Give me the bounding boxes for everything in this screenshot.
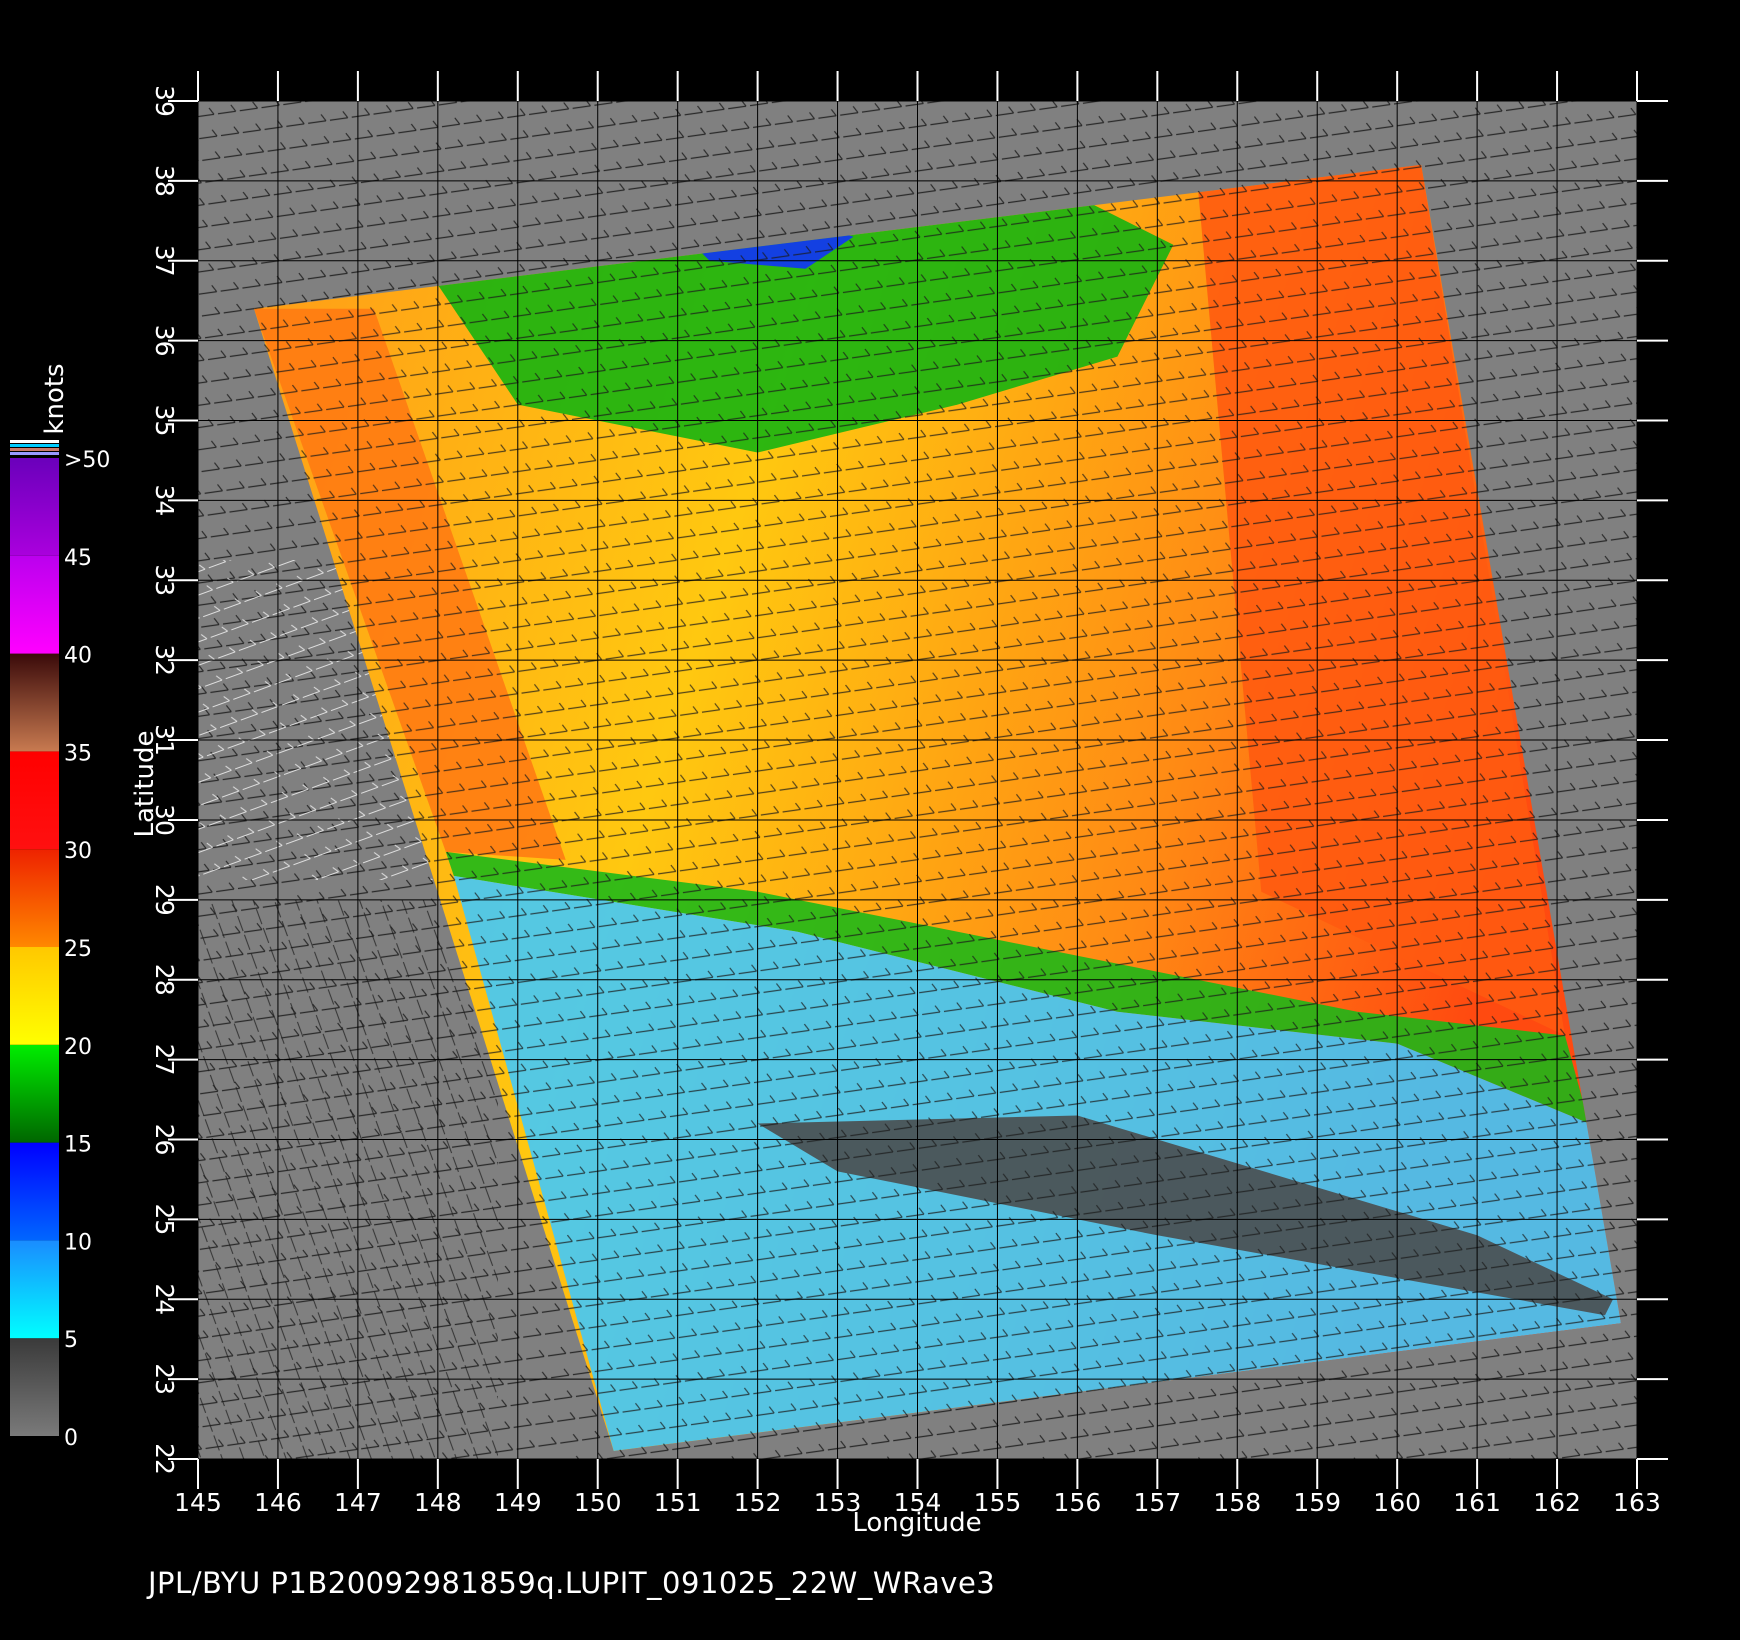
colorbar-label: 20 [64,1035,92,1060]
x-tick-label: 151 [654,1488,702,1517]
x-tick-label: 148 [414,1488,462,1517]
y-tick-label: 36 [150,325,179,357]
x-tick-label: 149 [494,1488,542,1517]
y-tick-label: 34 [150,485,179,517]
colorbar-label: 0 [64,1426,78,1451]
colorbar-title: knots [40,363,70,434]
colorbar-label: >50 [64,448,110,473]
x-tick-label: 163 [1613,1488,1661,1517]
y-tick-label: 35 [150,405,179,437]
colorbar-segment [10,1240,59,1339]
background-wind-barbs-south [198,900,498,1459]
colorbar-label: 30 [64,839,92,864]
colorbar-segment [10,1338,59,1436]
colorbar-label: 35 [64,741,92,766]
y-tick-label: 39 [150,85,179,117]
x-tick-label: 145 [174,1488,222,1517]
x-tick-label: 157 [1133,1488,1181,1517]
x-tick-label: 160 [1373,1488,1421,1517]
x-tick-label: 162 [1533,1488,1581,1517]
y-tick-label: 26 [150,1124,179,1156]
y-axis-label: Latitude [130,730,160,837]
colorbar-segment [10,458,59,556]
colorbar-label: 40 [64,644,92,669]
x-tick-label: 146 [254,1488,302,1517]
x-tick-label: 152 [734,1488,782,1517]
colorbar-segment [10,653,59,752]
plot-area [198,101,1637,1459]
x-tick-label: 161 [1453,1488,1501,1517]
y-tick-label: 25 [150,1203,179,1235]
y-tick-label: 29 [150,884,179,916]
y-tick-label: 23 [150,1363,179,1395]
wind-speed-map: 145 146 147 148 149 150 151 152 153 154 155 156 157 1… [10,71,1668,1538]
y-tick-label: 37 [150,245,179,277]
colorbar-overflow-stripe [10,440,59,443]
y-tick-label: 32 [150,644,179,676]
y-tick-label: 33 [150,564,179,596]
colorbar-label: 15 [64,1133,92,1158]
colorbar-segment [10,751,59,850]
colorbar-segment [10,1044,59,1143]
x-tick-label: 156 [1054,1488,1102,1517]
colorbar-overflow-stripe [10,452,59,455]
colorbar-label: 45 [64,546,92,571]
x-tick-label: 147 [334,1488,382,1517]
colorbar-overflow-stripe [10,444,59,447]
colorbar-segment [10,1142,59,1241]
x-tick-label: 150 [574,1488,622,1517]
colorbar-segment [10,849,59,947]
y-tick-label: 24 [150,1283,179,1315]
colorbar-label: 5 [64,1328,78,1353]
x-tick-label: 159 [1293,1488,1341,1517]
y-tick-label: 22 [150,1443,179,1475]
x-axis-label: Longitude [852,1508,981,1538]
colorbar-label: 10 [64,1230,92,1255]
y-tick-label: 27 [150,1044,179,1076]
y-tick-label: 38 [150,165,179,197]
x-tick-label: 158 [1213,1488,1261,1517]
colorbar-segment [10,555,59,654]
footer-caption: JPL/BYU P1B20092981859q.LUPIT_091025_22W… [148,1566,996,1600]
colorbar-label: 25 [64,937,92,962]
colorbar-overflow-stripe [10,448,59,451]
colorbar: 0 5 10 15 20 25 30 35 40 45 >50 [10,440,110,1451]
colorbar-segment [10,947,59,1045]
y-tick-label: 28 [150,964,179,996]
